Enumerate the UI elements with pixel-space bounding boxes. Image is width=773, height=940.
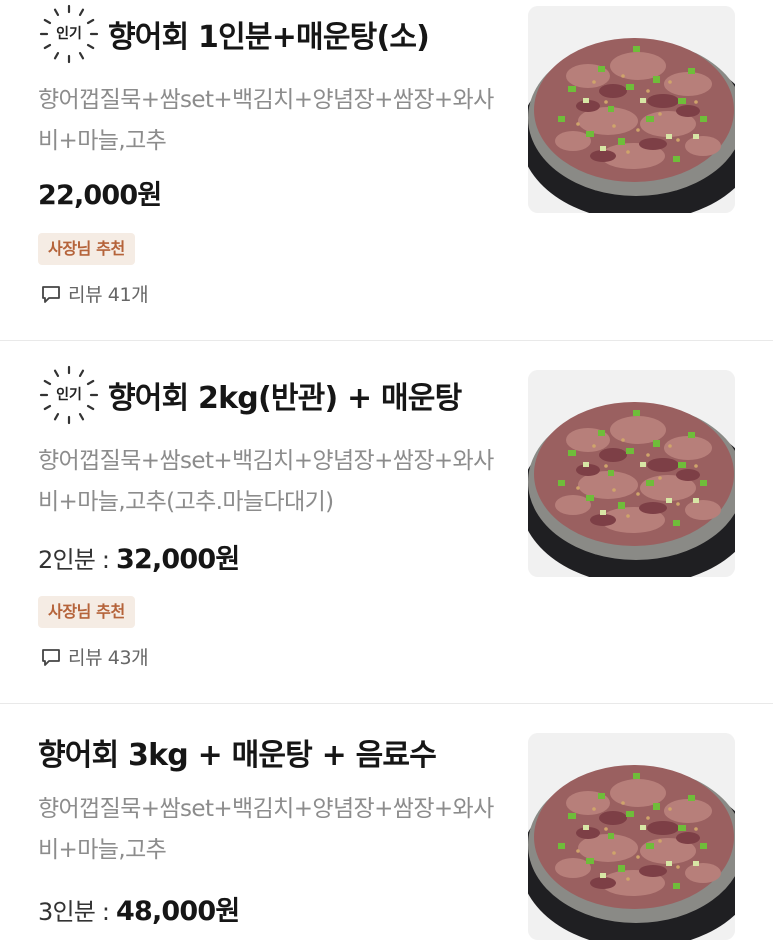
menu-item-title-row: 인기 향어회 1인분+매운탕(소) bbox=[38, 2, 430, 66]
menu-item-price: 22,000원 bbox=[38, 180, 162, 211]
menu-item-price-row: 2인분 : 32,000원 bbox=[38, 537, 240, 576]
menu-item-description: 향어껍질묵+쌈set+백김치+양념장+쌈장+와사비+마늘,고추(고추.마늘다대기… bbox=[38, 448, 494, 515]
menu-item-price: 48,000원 bbox=[115, 896, 240, 927]
menu-item-title: 향어회 1인분+매운탕(소) bbox=[108, 20, 430, 55]
review-count-text: 리뷰 41개 bbox=[68, 284, 149, 306]
menu-item-title: 향어회 2kg(반관) + 매운탕 bbox=[108, 381, 462, 416]
menu-item-title: 향어회 3kg + 매운탕 + 음료수 bbox=[38, 738, 437, 773]
menu-item[interactable]: 인기 향어회 1인분+매운탕(소) 향어껍질묵+쌈set+백김치+양념장+쌈장+… bbox=[0, 0, 773, 340]
menu-item-title-row: 인기 향어회 2kg(반관) + 매운탕 bbox=[38, 363, 462, 427]
review-count: 리뷰 43개 bbox=[40, 643, 149, 670]
menu-item-description: 향어껍질묵+쌈set+백김치+양념장+쌈장+와사비+마늘,고추 bbox=[38, 796, 494, 863]
owner-recommend-badge: 사장님 추천 bbox=[38, 596, 135, 628]
serving-label: 2인분 : bbox=[38, 546, 116, 574]
sliced-fish-platter-image bbox=[528, 733, 735, 940]
popular-badge-icon: 인기 bbox=[38, 364, 100, 426]
popular-badge-icon: 인기 bbox=[38, 3, 100, 65]
review-count: 리뷰 41개 bbox=[40, 280, 149, 307]
owner-recommend-badge: 사장님 추천 bbox=[38, 233, 135, 265]
sliced-fish-platter-image bbox=[528, 370, 735, 577]
review-count-text: 리뷰 43개 bbox=[68, 647, 149, 669]
serving-label: 3인분 : bbox=[38, 898, 116, 926]
menu-item-title-row: 향어회 3kg + 매운탕 + 음료수 bbox=[38, 720, 437, 784]
sliced-fish-platter-image bbox=[528, 6, 735, 213]
menu-item-price-row: 22,000원 bbox=[38, 173, 162, 212]
menu-item-price: 32,000원 bbox=[115, 544, 240, 575]
popular-badge-label: 인기 bbox=[56, 26, 82, 42]
menu-item-price-row: 3인분 : 48,000원 bbox=[38, 889, 240, 928]
popular-badge-label: 인기 bbox=[56, 387, 82, 403]
menu-item-description: 향어껍질묵+쌈set+백김치+양념장+쌈장+와사비+마늘,고추 bbox=[38, 87, 494, 154]
menu-item[interactable]: 향어회 3kg + 매운탕 + 음료수 향어껍질묵+쌈set+백김치+양념장+쌈… bbox=[0, 704, 773, 940]
speech-bubble-icon bbox=[42, 285, 60, 303]
speech-bubble-icon bbox=[42, 648, 60, 666]
